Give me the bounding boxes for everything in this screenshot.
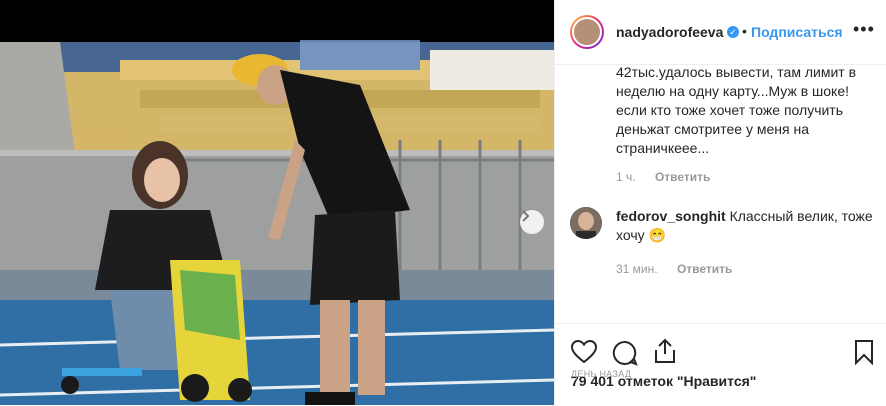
user-avatar[interactable]: [570, 15, 604, 49]
header-username[interactable]: nadyadorofeeva: [616, 24, 723, 40]
more-options-icon[interactable]: •••: [853, 19, 875, 40]
commenter-avatar[interactable]: [570, 207, 602, 239]
follow-button[interactable]: Подписаться: [751, 24, 843, 40]
caption-time: 1 ч.: [616, 170, 636, 184]
commenter-avatar-image: [570, 207, 602, 239]
caption-meta: 1 ч. Ответить: [616, 170, 710, 184]
share-icon[interactable]: [653, 338, 677, 364]
next-photo-button[interactable]: [520, 210, 544, 234]
post-actions: 79 401 отметок "Нравится": [555, 323, 886, 406]
header-separator: •: [742, 23, 747, 39]
comment-meta: 31 мин. Ответить: [616, 262, 732, 276]
bookmark-icon[interactable]: [854, 339, 874, 365]
caption-reply-button[interactable]: Ответить: [655, 170, 710, 184]
post-timestamp: ДЕНЬ НАЗАД: [571, 369, 632, 379]
post-details-panel: nadyadorofeeva ✓ • Подписаться ••• 42тыс…: [554, 0, 886, 405]
chevron-right-icon: [522, 210, 530, 222]
comment-username[interactable]: fedorov_songhit: [616, 208, 726, 224]
post-photo[interactable]: [0, 0, 554, 405]
comment: fedorov_songhit Классный велик, тоже хоч…: [616, 207, 876, 245]
heart-icon[interactable]: [571, 340, 597, 364]
photo-scene: [0, 0, 554, 405]
caption-text: 42тыс.удалось вывести, там лимит в недел…: [616, 64, 857, 156]
comment-time: 31 мин.: [616, 262, 658, 276]
comment-icon[interactable]: [612, 340, 638, 366]
verified-badge-icon: ✓: [727, 26, 739, 38]
comment-reply-button[interactable]: Ответить: [677, 262, 732, 276]
post-header: nadyadorofeeva ✓ • Подписаться •••: [555, 0, 886, 65]
